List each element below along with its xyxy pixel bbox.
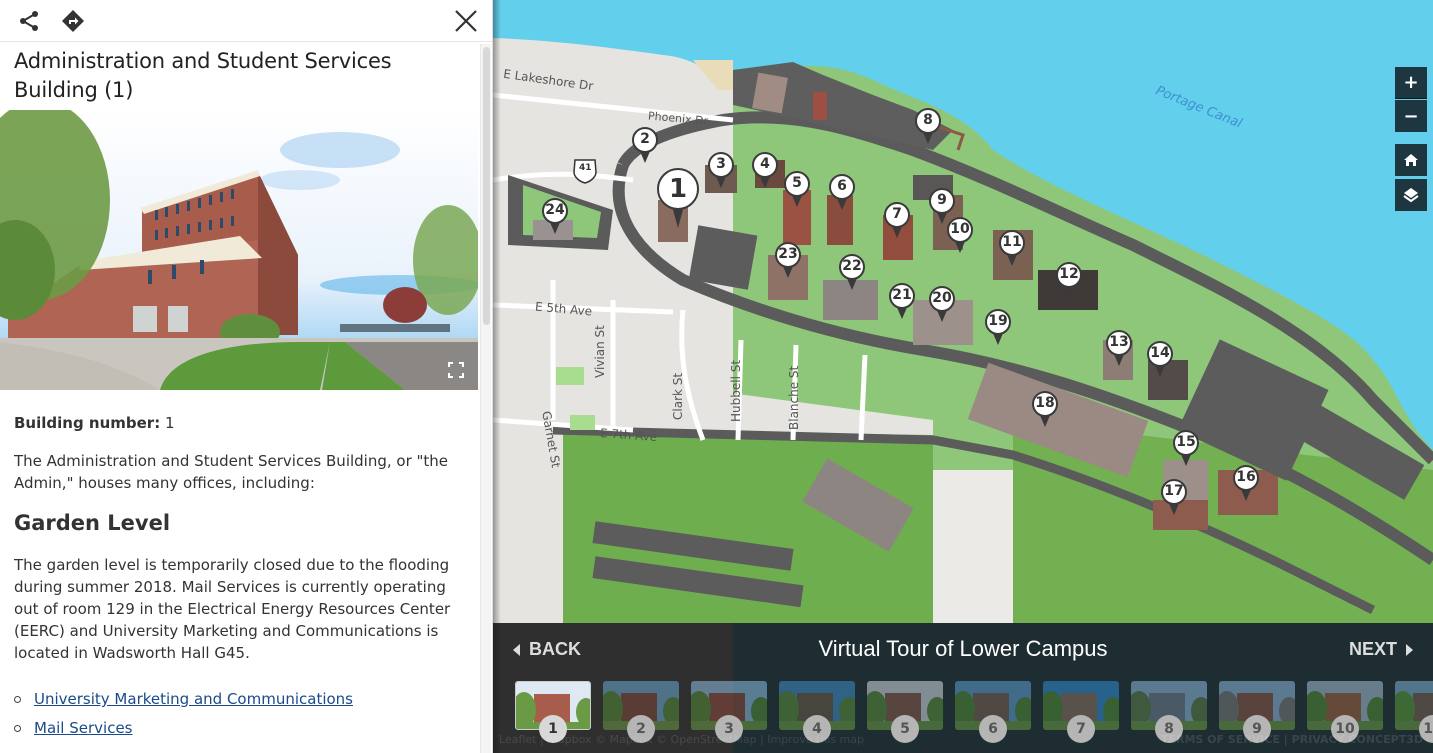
building-photo-image <box>0 110 478 390</box>
map-marker-number: 17 <box>1164 483 1184 499</box>
map-marker-7[interactable]: 7 <box>883 202 911 240</box>
section-text: The garden level is temporarily closed d… <box>14 556 451 662</box>
panel-scrollbar[interactable] <box>480 44 491 753</box>
directions-icon <box>62 10 84 32</box>
map-marker-number: 16 <box>1236 469 1256 485</box>
map-marker-number: 7 <box>892 206 902 222</box>
zoom-out-button[interactable]: − <box>1395 100 1427 132</box>
share-icon <box>20 11 38 31</box>
close-button[interactable] <box>453 8 479 34</box>
map-marker-13[interactable]: 13 <box>1105 330 1133 368</box>
map-marker-15[interactable]: 15 <box>1172 430 1200 468</box>
map-marker-number: 5 <box>792 175 802 191</box>
map-marker-16[interactable]: 16 <box>1232 465 1260 503</box>
layers-icon <box>1403 188 1419 203</box>
bullet-icon <box>14 725 21 732</box>
map-marker-1[interactable]: 1 <box>656 168 700 230</box>
building-info-panel: Administration and Student Services Buil… <box>0 0 493 753</box>
map-marker-number: 15 <box>1176 434 1196 450</box>
map-marker-12[interactable]: 12 <box>1055 262 1083 300</box>
list-item: Mail Services <box>14 717 454 746</box>
map-marker-number: 11 <box>1002 234 1022 250</box>
highway-41-label: 41 <box>579 163 592 173</box>
map-attribution: Leaflet | mapbox © Mapbox © OpenStreetMa… <box>499 733 865 746</box>
map-marker-14[interactable]: 14 <box>1146 341 1174 379</box>
bullet-icon <box>14 696 21 703</box>
map-marker-number: 14 <box>1150 345 1170 361</box>
map-marker-number: 3 <box>716 156 726 172</box>
map-marker-24[interactable]: 24 <box>541 198 569 236</box>
tour-next-label: NEXT <box>1348 639 1397 659</box>
map-marker-3[interactable]: 3 <box>707 152 735 190</box>
map-marker-18[interactable]: 18 <box>1031 391 1059 429</box>
list-item: University Marketing and Communications <box>14 688 454 717</box>
building-number-row: Building number: 1 <box>14 412 454 434</box>
map-marker-number: 2 <box>640 131 650 147</box>
scrollbar-thumb[interactable] <box>483 47 490 325</box>
map-marker-number: 24 <box>545 202 565 218</box>
map-marker-number: 12 <box>1059 266 1079 282</box>
share-button[interactable] <box>16 8 42 34</box>
map-marker-number: 9 <box>937 192 947 208</box>
building-photo[interactable] <box>0 110 478 390</box>
map-marker-20[interactable]: 20 <box>928 286 956 324</box>
office-links: University Marketing and Communications … <box>14 688 454 746</box>
map-marker-number: 1 <box>668 174 688 204</box>
map-marker-number: 6 <box>837 178 847 194</box>
map-marker-11[interactable]: 11 <box>998 230 1026 268</box>
campus-map[interactable]: E Lakeshore Dr E 5th Ave Vivian St Clark… <box>493 0 1433 753</box>
map-marker-21[interactable]: 21 <box>888 283 916 321</box>
building-intro: The Administration and Student Services … <box>14 452 449 492</box>
tour-next-button[interactable]: NEXT <box>1349 639 1413 660</box>
map-marker-2[interactable]: 2 <box>631 127 659 165</box>
building-title: Administration and Student Services Buil… <box>14 49 392 102</box>
link-university-marketing[interactable]: University Marketing and Communications <box>34 690 353 708</box>
directions-button[interactable] <box>60 8 86 34</box>
map-marker-number: 19 <box>988 313 1008 329</box>
tour-stop-number[interactable]: 5 <box>891 715 919 743</box>
building-description: Building number: 1 The Administration an… <box>14 412 454 746</box>
map-marker-number: 21 <box>892 287 912 303</box>
fullscreen-icon <box>448 362 464 378</box>
street-label-hubbell: Hubbell St <box>729 359 743 422</box>
zoom-in-button[interactable]: + <box>1395 67 1427 99</box>
home-icon <box>1404 154 1418 166</box>
layers-button[interactable] <box>1395 179 1427 211</box>
tour-stop-number[interactable]: 6 <box>979 715 1007 743</box>
map-marker-10[interactable]: 10 <box>946 217 974 255</box>
street-label-clark: Clark St <box>671 372 685 420</box>
home-button[interactable] <box>1395 144 1427 176</box>
map-marker-22[interactable]: 22 <box>838 254 866 292</box>
map-marker-number: 13 <box>1109 334 1129 350</box>
map-marker-23[interactable]: 23 <box>774 242 802 280</box>
map-marker-number: 20 <box>932 290 952 306</box>
tour-title: Virtual Tour of Lower Campus <box>818 636 1108 661</box>
map-marker-6[interactable]: 6 <box>828 174 856 212</box>
map-marker-4[interactable]: 4 <box>751 152 779 190</box>
link-mail-services[interactable]: Mail Services <box>34 719 133 737</box>
map-marker-number: 4 <box>760 156 770 172</box>
map-marker-number: 18 <box>1035 395 1055 411</box>
section-heading-garden-level: Garden Level <box>14 511 171 535</box>
map-marker-5[interactable]: 5 <box>783 171 811 209</box>
chevron-right-icon <box>1406 643 1413 656</box>
panel-content: Administration and Student Services Buil… <box>0 42 478 753</box>
map-marker-19[interactable]: 19 <box>984 309 1012 347</box>
map-marker-number: 23 <box>778 246 798 262</box>
terms-privacy-links: TERMS OF SERVICE | PRIVACY CONCEPT3D <box>1161 733 1423 746</box>
close-icon <box>455 10 477 32</box>
street-label-vivian: Vivian St <box>593 325 607 378</box>
street-label-blanche: Blanche St <box>787 365 801 430</box>
tour-stop-number[interactable]: 7 <box>1067 715 1095 743</box>
building-number-value: 1 <box>165 414 175 432</box>
map-marker-8[interactable]: 8 <box>914 108 942 146</box>
virtual-tour-bar: BACK Virtual Tour of Lower Campus NEXT 1… <box>493 623 1433 753</box>
map-marker-number: 8 <box>923 112 933 128</box>
map-marker-number: 22 <box>842 258 862 274</box>
fullscreen-button[interactable] <box>448 362 464 378</box>
panel-toolbar <box>0 0 492 42</box>
map-marker-number: 10 <box>950 221 970 237</box>
map-marker-17[interactable]: 17 <box>1160 479 1188 517</box>
building-number-label: Building number: <box>14 414 161 432</box>
